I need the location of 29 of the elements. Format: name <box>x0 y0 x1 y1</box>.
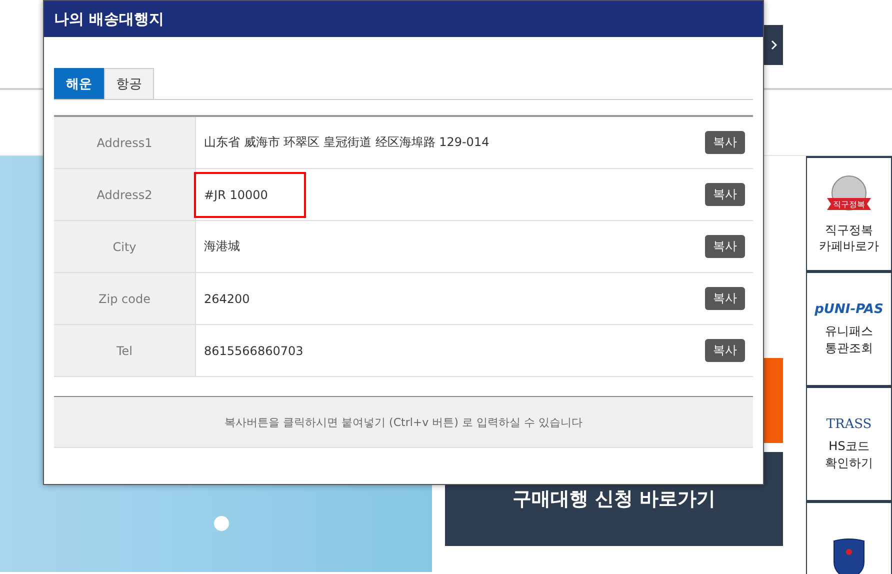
field-value: 8615566860703 <box>204 342 304 360</box>
sidebar-link-label: 유니패스 통관조회 <box>825 323 873 356</box>
field-label: Address1 <box>54 116 196 168</box>
sidebar-link-label: 직구정복 카페바로가 <box>819 222 879 254</box>
copy-button[interactable]: 복사 <box>705 183 745 206</box>
shipping-tab[interactable]: 항공 <box>104 68 154 99</box>
sidebar-link[interactable]: 직구정복 직구정복 카페바로가 <box>806 156 892 271</box>
field-value: 山东省 威海市 环翠区 皇冠街道 经区海埠路 129-014 <box>204 134 490 151</box>
unipass-logo: pUNI-PAS <box>814 302 884 318</box>
sidebar-link[interactable]: TRASS HS코드 확인하기 <box>806 386 892 501</box>
field-label: Tel <box>54 324 196 376</box>
copy-button[interactable]: 복사 <box>705 339 745 362</box>
dialog-title: 나의 배송대행지 <box>54 10 164 28</box>
field-label: Zip code <box>54 272 196 324</box>
field-value: #JR 10000 <box>196 174 304 216</box>
sidebar-link[interactable]: pUNI-PAS 유니패스 통관조회 <box>806 271 892 386</box>
shield-logo-icon <box>832 538 866 574</box>
field-value: 海港城 <box>204 238 240 255</box>
chevron-right-icon <box>771 40 777 50</box>
help-note: 복사버튼을 클릭하시면 붙여넣기 (Ctrl+v 버튼) 로 입력하실 수 있습니다 <box>54 396 753 448</box>
copy-button[interactable]: 복사 <box>705 287 745 310</box>
trass-logo: TRASS <box>826 417 872 432</box>
field-value: 264200 <box>204 290 250 308</box>
copy-button[interactable]: 복사 <box>705 131 745 154</box>
sidebar-link-label: HS코드 확인하기 <box>825 438 873 471</box>
field-label: City <box>54 220 196 272</box>
field-label: Address2 <box>54 168 196 220</box>
shipping-tab[interactable]: 해운 <box>54 68 104 99</box>
copy-button[interactable]: 복사 <box>705 235 745 258</box>
